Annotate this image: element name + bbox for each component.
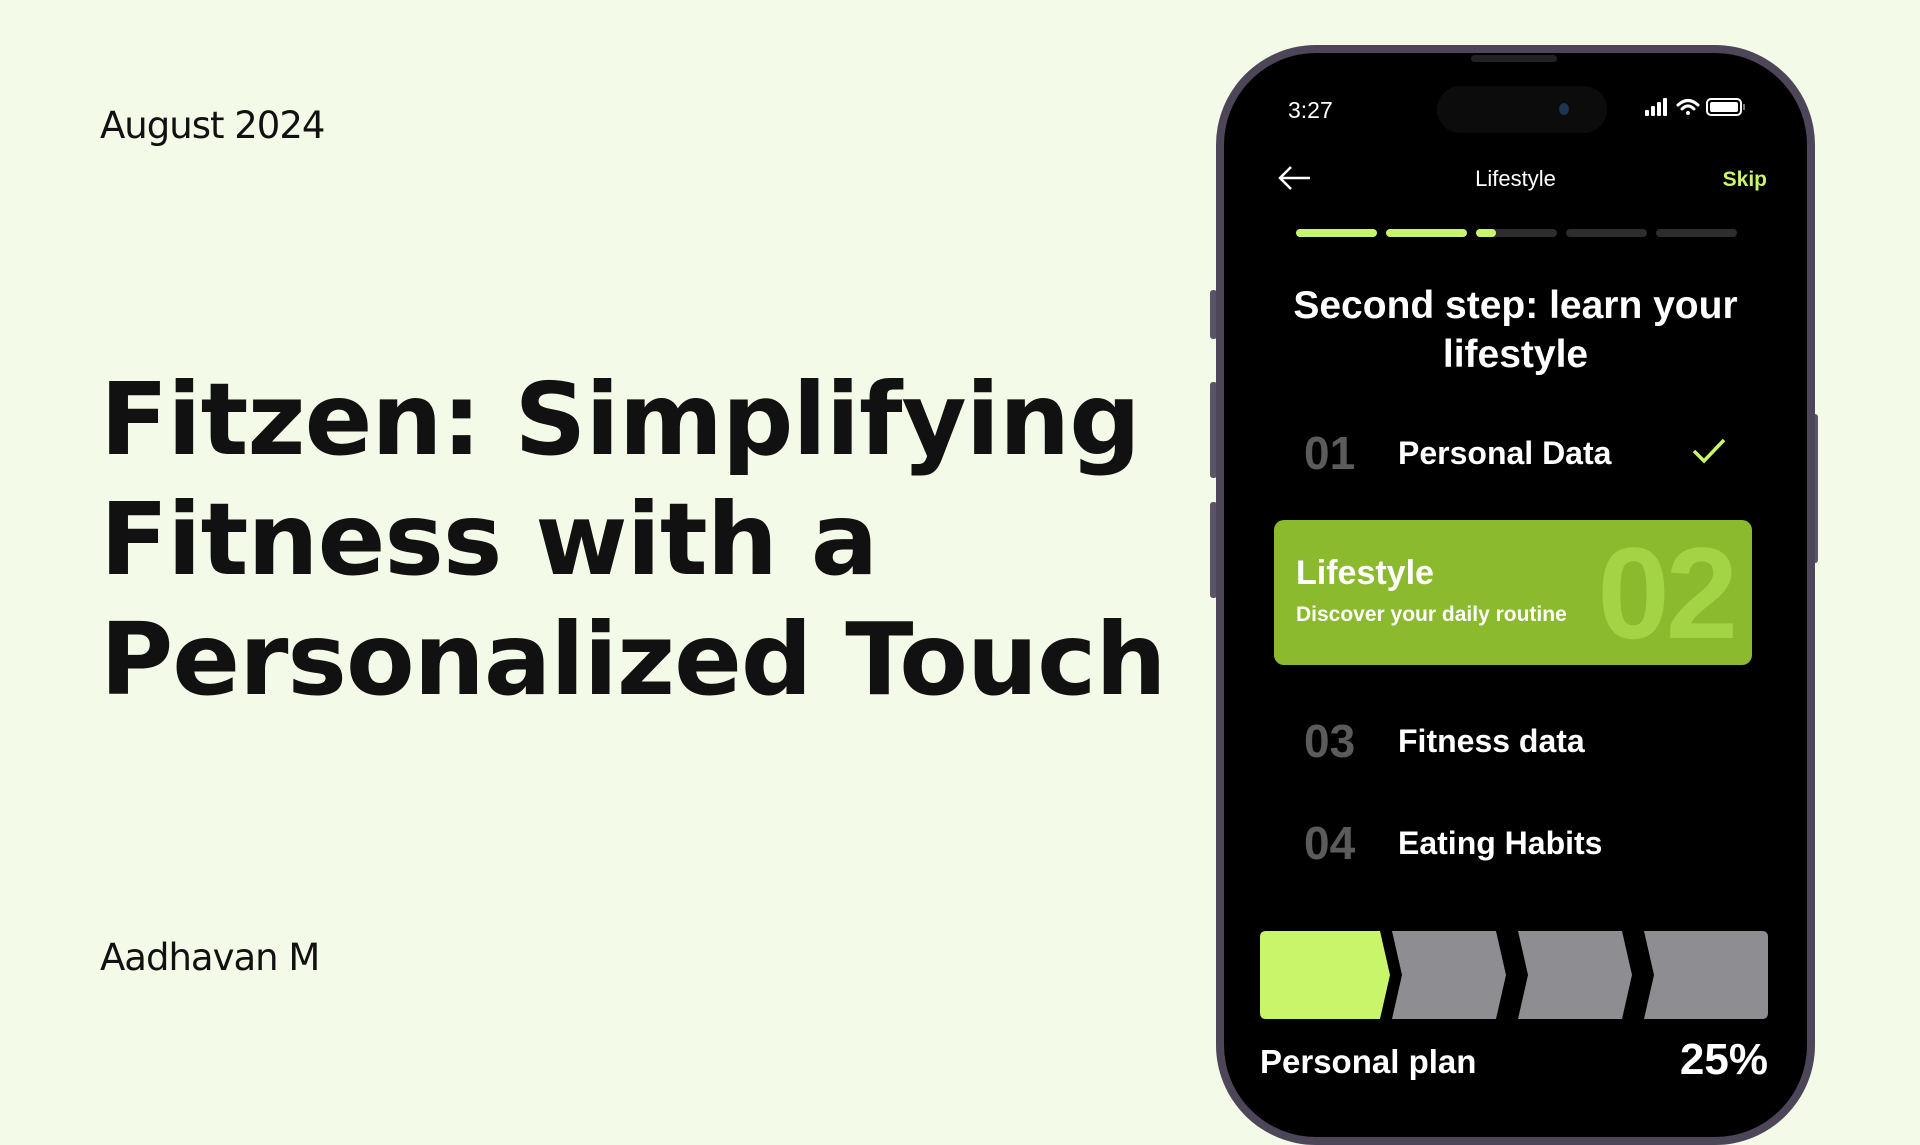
- progress-segment: [1656, 229, 1737, 237]
- skip-button[interactable]: Skip: [1723, 168, 1767, 192]
- step-label: Personal Data: [1398, 434, 1612, 471]
- chevron-step: [1392, 931, 1506, 1019]
- step-label: Eating Habits: [1398, 824, 1603, 861]
- title-line: Personalized Touch: [100, 601, 1167, 718]
- slide-title: Fitzen: Simplifying Fitness with a Perso…: [100, 360, 1167, 720]
- progress-segment: [1566, 229, 1647, 237]
- speaker: [1471, 55, 1557, 62]
- wifi-icon: [1676, 99, 1700, 115]
- step-number: 01: [1304, 427, 1356, 479]
- progress-segment: [1386, 229, 1467, 237]
- status-time: 3:27: [1288, 97, 1333, 123]
- plan-chevron-progress: [1260, 931, 1768, 1019]
- author-name: Aadhavan M: [100, 936, 320, 979]
- chevron-step: [1644, 931, 1768, 1019]
- step-heading: Second step: learn your lifestyle: [1224, 281, 1807, 379]
- title-line: Fitness with a: [100, 481, 878, 598]
- title-line: Fitzen: Simplifying: [100, 361, 1141, 478]
- nav-title: Lifestyle: [1475, 166, 1556, 191]
- check-icon: [1692, 438, 1726, 464]
- chevron-step-done: [1260, 931, 1390, 1019]
- chevron-step: [1518, 931, 1632, 1019]
- heading-line: lifestyle: [1442, 333, 1589, 376]
- step-subtitle: Discover your daily routine: [1296, 603, 1567, 626]
- dynamic-island: [1437, 86, 1607, 133]
- progress-segment: [1476, 229, 1557, 237]
- signal-icon: [1645, 98, 1667, 116]
- phone-screen: 3:27 Lifestyle Skip Second step: learn y…: [1224, 53, 1807, 1137]
- status-icons: [1645, 98, 1745, 116]
- battery-icon: [1706, 98, 1745, 116]
- step-item-personal-data[interactable]: 01 Personal Data: [1224, 423, 1807, 483]
- step-number-large: 02: [1597, 520, 1738, 665]
- step-label: Fitness data: [1398, 722, 1585, 759]
- step-item-lifestyle-active[interactable]: 02 Lifestyle Discover your daily routine: [1274, 520, 1752, 665]
- step-item-fitness-data[interactable]: 03 Fitness data: [1224, 711, 1807, 771]
- step-item-eating-habits[interactable]: 04 Eating Habits: [1224, 813, 1807, 873]
- heading-line: Second step: learn your: [1293, 284, 1738, 327]
- step-number: 03: [1304, 715, 1356, 767]
- step-number: 04: [1304, 817, 1356, 869]
- phone-mockup: 3:27 Lifestyle Skip Second step: learn y…: [1216, 45, 1815, 1145]
- progress-segment: [1296, 229, 1377, 237]
- step-label: Lifestyle: [1296, 554, 1434, 592]
- progress-segment-fill: [1476, 229, 1497, 237]
- plan-label: Personal plan: [1260, 1043, 1477, 1080]
- date-label: August 2024: [100, 104, 325, 147]
- plan-percent: 25%: [1679, 1035, 1768, 1084]
